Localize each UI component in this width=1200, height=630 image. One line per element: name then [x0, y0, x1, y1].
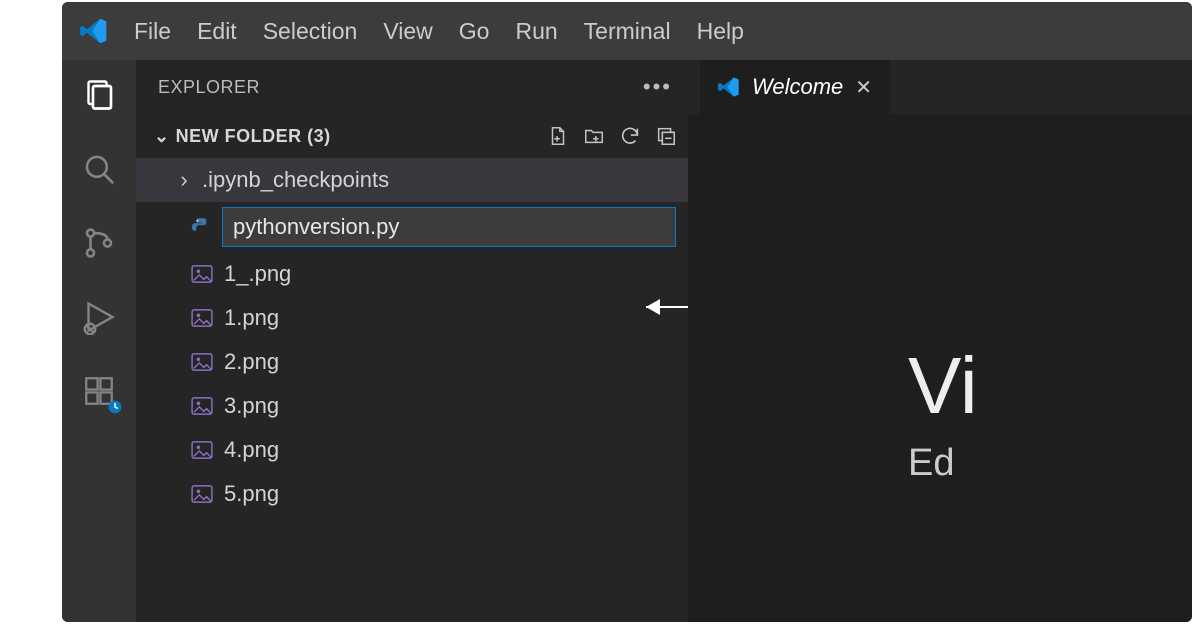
extensions-icon[interactable] [78, 370, 120, 412]
image-file-icon [190, 352, 214, 372]
menu-help[interactable]: Help [697, 18, 744, 45]
new-folder-icon[interactable] [582, 124, 606, 148]
title-bar: File Edit Selection View Go Run Terminal… [62, 2, 1192, 60]
tree-file-label: 2.png [224, 349, 279, 375]
tree-file[interactable]: 5.png [136, 472, 688, 516]
tree-file-label: 1_.png [224, 261, 291, 287]
file-tree: › .ipynb_checkpoints pythonversion.py [136, 158, 688, 516]
welcome-content: Vi Ed [908, 340, 978, 485]
python-file-icon [188, 217, 212, 237]
welcome-subtitle: Ed [908, 442, 978, 485]
tab-welcome[interactable]: Welcome ✕ [700, 60, 890, 114]
vscode-window: File Edit Selection View Go Run Terminal… [62, 2, 1192, 622]
activity-bar [62, 60, 136, 622]
menu-file[interactable]: File [134, 18, 171, 45]
menu-go[interactable]: Go [459, 18, 490, 45]
explorer-more-icon[interactable]: ••• [643, 74, 672, 100]
menu-edit[interactable]: Edit [197, 18, 237, 45]
explorer-sidebar: EXPLORER ••• ⌄ NEW FOLDER (3) [136, 60, 688, 622]
menu-run[interactable]: Run [515, 18, 557, 45]
collapse-all-icon[interactable] [654, 124, 678, 148]
image-file-icon [190, 264, 214, 284]
refresh-icon[interactable] [618, 124, 642, 148]
workspace: EXPLORER ••• ⌄ NEW FOLDER (3) [62, 60, 1192, 622]
new-file-input-row: pythonversion.py [136, 202, 688, 252]
chevron-down-icon: ⌄ [154, 126, 170, 147]
tree-file-label: 5.png [224, 481, 279, 507]
tree-file[interactable]: 1_.png [136, 252, 688, 296]
explorer-icon[interactable] [78, 74, 120, 116]
tree-file[interactable]: 1.png [136, 296, 688, 340]
tab-bar: Welcome ✕ [688, 60, 1192, 114]
tree-file-label: 1.png [224, 305, 279, 331]
workspace-folder-row[interactable]: ⌄ NEW FOLDER (3) [136, 114, 688, 158]
vscode-logo-icon [80, 17, 108, 45]
image-file-icon [190, 484, 214, 504]
vscode-logo-icon [718, 76, 740, 98]
menu-selection[interactable]: Selection [263, 18, 358, 45]
tree-file-label: 4.png [224, 437, 279, 463]
tree-file[interactable]: 4.png [136, 428, 688, 472]
tree-dir-label: .ipynb_checkpoints [202, 167, 389, 193]
search-icon[interactable] [78, 148, 120, 190]
welcome-title: Vi [908, 340, 978, 432]
new-file-icon[interactable] [546, 124, 570, 148]
menu-view[interactable]: View [383, 18, 432, 45]
tab-label: Welcome [752, 74, 843, 100]
tree-file[interactable]: 2.png [136, 340, 688, 384]
image-file-icon [190, 440, 214, 460]
explorer-title: EXPLORER [158, 77, 260, 98]
menu-terminal[interactable]: Terminal [584, 18, 671, 45]
run-debug-icon[interactable] [78, 296, 120, 338]
chevron-right-icon: › [176, 167, 192, 193]
new-file-name-input[interactable]: pythonversion.py [222, 207, 676, 247]
tree-file-label: 3.png [224, 393, 279, 419]
folder-actions [546, 124, 678, 148]
image-file-icon [190, 308, 214, 328]
image-file-icon [190, 396, 214, 416]
tree-dir-ipynb-checkpoints[interactable]: › .ipynb_checkpoints [136, 158, 688, 202]
tree-file[interactable]: 3.png [136, 384, 688, 428]
folder-name: NEW FOLDER (3) [176, 126, 331, 147]
editor-area: Welcome ✕ Vi Ed [688, 60, 1192, 622]
new-file-name-value: pythonversion.py [233, 214, 399, 240]
explorer-header: EXPLORER ••• [136, 60, 688, 114]
close-icon[interactable]: ✕ [855, 75, 872, 100]
source-control-icon[interactable] [78, 222, 120, 264]
